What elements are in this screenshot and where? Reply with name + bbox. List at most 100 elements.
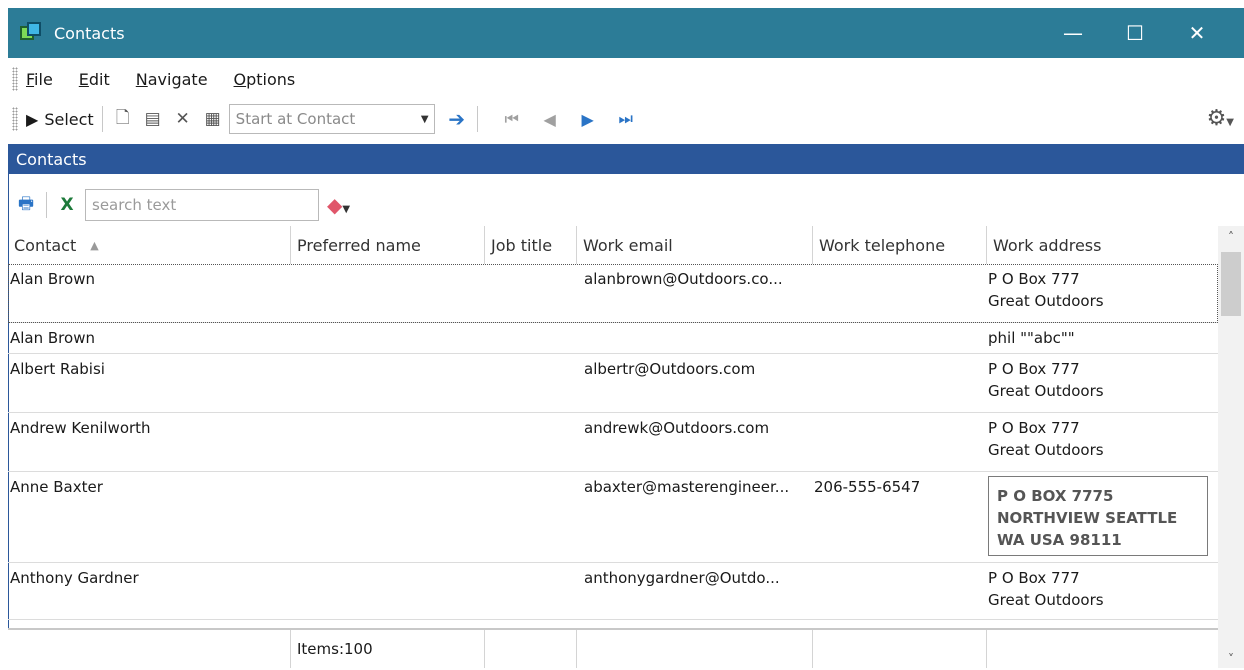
menu-bar: File Edit Navigate Options — [8, 62, 1244, 96]
excel-export-icon[interactable]: X — [55, 191, 79, 219]
cell-work-telephone — [812, 323, 986, 353]
menu-grip[interactable] — [12, 67, 18, 91]
cell-work-address: P O Box 777 Great Outdoors — [988, 569, 1104, 609]
previous-record-icon[interactable]: ◀ — [538, 105, 562, 133]
cell-work-telephone — [812, 264, 986, 322]
column-header-work-email[interactable]: Work email — [576, 226, 812, 264]
chevron-down-icon[interactable]: ▼ — [416, 114, 434, 125]
select-button[interactable]: ▶ Select — [26, 105, 94, 133]
footer-cell-phone — [812, 630, 986, 668]
section-header: Contacts — [8, 144, 1244, 174]
cell-contact: Anne Baxter — [10, 478, 103, 496]
table-icon[interactable]: ▦ — [201, 105, 225, 133]
search-field[interactable] — [85, 189, 319, 221]
footer-cell-address — [986, 630, 1218, 668]
cell-work-address: P O Box 777 Great Outdoors — [988, 360, 1104, 400]
vertical-scrollbar[interactable]: ˄ ˅ — [1218, 226, 1244, 668]
cell-contact: Andrew Kenilworth — [10, 419, 151, 437]
cell-job-title — [484, 323, 576, 353]
toolbar: ▶ Select 🗋 ▤ ✕ ▦ Start at Contact ▼ ➔ ⏮ … — [8, 100, 1244, 138]
scrollbar-thumb[interactable] — [1221, 252, 1241, 316]
cell-work-telephone — [812, 413, 986, 471]
scroll-up-icon[interactable]: ˄ — [1218, 230, 1244, 244]
cell-work-telephone — [812, 354, 986, 412]
print-icon[interactable]: 🖶 — [14, 191, 38, 219]
settings-gear-icon[interactable]: ⚙▼ — [1207, 106, 1234, 131]
toolbar-grip[interactable] — [12, 107, 18, 131]
contacts-grid: Contact ▲ Preferred name Job title Work … — [8, 226, 1218, 620]
minimize-button[interactable]: — — [1044, 8, 1102, 58]
start-at-contact-combo[interactable]: Start at Contact ▼ — [228, 104, 435, 134]
cell-work-telephone: 206-555-6547 — [814, 478, 921, 496]
cell-work-email — [576, 323, 812, 353]
briefcase-icon[interactable]: ▤ — [141, 105, 165, 133]
cell-contact: Alan Brown — [10, 329, 95, 347]
first-record-icon[interactable]: ⏮ — [500, 105, 524, 133]
column-header-preferred-name[interactable]: Preferred name — [290, 226, 484, 264]
cell-work-email: albertr@Outdoors.com — [584, 360, 756, 378]
toolbar-separator — [101, 106, 103, 132]
last-record-icon[interactable]: ⏭ — [614, 105, 638, 133]
sort-ascending-icon: ▲ — [90, 238, 99, 252]
maximize-button[interactable]: ☐ — [1106, 8, 1164, 58]
start-at-contact-text: Start at Contact — [235, 110, 356, 128]
table-row[interactable]: Anne Baxter abaxter@masterengineer... 20… — [8, 472, 1218, 563]
menu-file[interactable]: File — [26, 70, 53, 89]
cell-work-email: andrewk@Outdoors.com — [584, 419, 770, 437]
next-record-icon[interactable]: ▶ — [576, 105, 600, 133]
cell-work-address: P O BOX 7775 NORTHVIEW SEATTLE WA USA 98… — [986, 472, 1218, 562]
delete-icon[interactable]: ✕ — [171, 105, 195, 133]
cell-job-title — [484, 264, 576, 322]
cell-job-title — [484, 472, 576, 562]
cell-job-title — [484, 354, 576, 412]
title-bar: Contacts — ☐ ✕ — [8, 8, 1244, 58]
cell-contact: Alan Brown — [10, 270, 95, 288]
cell-work-email: anthonygardner@Outdo... — [584, 569, 780, 587]
column-header-job-title[interactable]: Job title — [484, 226, 576, 264]
menu-navigate[interactable]: Navigate — [136, 70, 208, 89]
cell-preferred-name — [290, 264, 484, 322]
cell-preferred-name — [290, 563, 484, 619]
menu-options[interactable]: Options — [234, 70, 296, 89]
cell-preferred-name — [290, 354, 484, 412]
table-row[interactable]: Alan Brown alanbrown@Outdoors.co... P O … — [8, 264, 1218, 323]
cell-contact: Anthony Gardner — [10, 569, 139, 587]
footer-cell-email — [576, 630, 812, 668]
cell-preferred-name — [290, 413, 484, 471]
table-row[interactable]: Andrew Kenilworth andrewk@Outdoors.com P… — [8, 413, 1218, 472]
toolbar-separator — [476, 106, 478, 132]
address-cell-editor[interactable]: P O BOX 7775 NORTHVIEW SEATTLE WA USA 98… — [988, 476, 1208, 556]
cell-contact: Albert Rabisi — [10, 360, 105, 378]
column-header-contact[interactable]: Contact ▲ — [8, 226, 290, 264]
cell-work-email: alanbrown@Outdoors.co... — [584, 270, 783, 288]
menu-edit[interactable]: Edit — [79, 70, 110, 89]
table-row[interactable]: Albert Rabisi albertr@Outdoors.com P O B… — [8, 354, 1218, 413]
cell-preferred-name — [290, 323, 484, 353]
footer-cell-job — [484, 630, 576, 668]
column-header-work-telephone[interactable]: Work telephone — [812, 226, 986, 264]
close-button[interactable]: ✕ — [1168, 8, 1226, 58]
column-header-work-address[interactable]: Work address — [986, 226, 1218, 264]
filter-bar: 🖶 X ◆▼ — [8, 186, 1244, 224]
section-title: Contacts — [16, 149, 87, 169]
toolbar-separator — [46, 192, 47, 218]
cell-job-title — [484, 563, 576, 619]
go-arrow-icon[interactable]: ➔ — [445, 105, 469, 133]
scroll-down-icon[interactable]: ˅ — [1218, 652, 1244, 666]
table-row[interactable]: Alan Brown phil ""abc"" — [8, 323, 1218, 354]
app-icon — [20, 22, 42, 44]
eraser-icon[interactable]: ◆▼ — [327, 193, 350, 217]
items-count: Items:100 — [290, 630, 484, 668]
pointer-icon: ▶ — [26, 109, 39, 129]
window-title: Contacts — [54, 23, 125, 43]
cell-work-address: P O Box 777 Great Outdoors — [988, 270, 1104, 310]
grid-header: Contact ▲ Preferred name Job title Work … — [8, 226, 1218, 264]
table-row[interactable]: Anthony Gardner anthonygardner@Outdo... … — [8, 563, 1218, 620]
new-record-icon[interactable]: 🗋 — [111, 105, 135, 133]
cell-preferred-name — [290, 472, 484, 562]
search-input[interactable] — [86, 195, 318, 215]
cell-job-title — [484, 413, 576, 471]
cell-work-address: P O Box 777 Great Outdoors — [988, 419, 1104, 459]
cell-work-address: phil ""abc"" — [988, 329, 1075, 347]
cell-work-email: abaxter@masterengineer... — [584, 478, 790, 496]
